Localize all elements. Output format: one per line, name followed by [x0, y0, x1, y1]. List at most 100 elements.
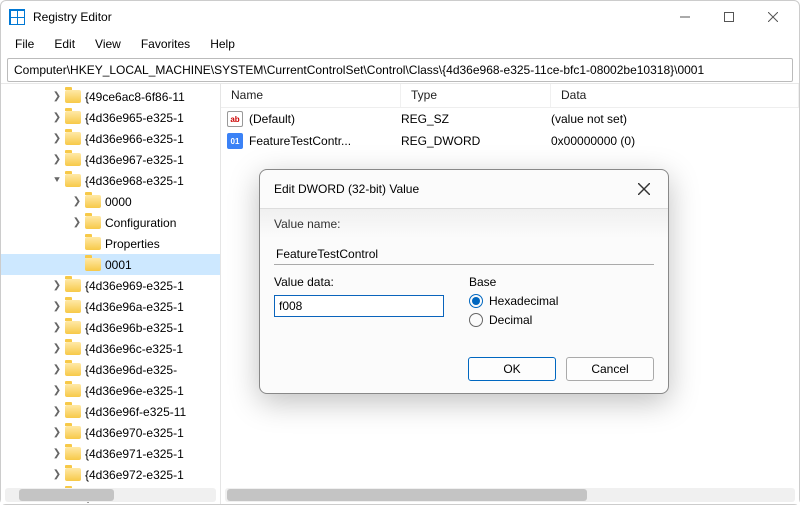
tree-pane: ❯{49ce6ac8-6f86-11❯{4d36e965-e325-1❯{4d3… — [1, 84, 221, 504]
cell-type: REG_DWORD — [401, 134, 551, 148]
tree-item[interactable]: ❯ {4d36e96a-e325-1 — [1, 296, 220, 317]
expand-icon[interactable]: ❯ — [51, 448, 63, 460]
list-row[interactable]: 01FeatureTestContr...REG_DWORD0x00000000… — [221, 130, 799, 152]
menu-view[interactable]: View — [85, 35, 131, 53]
expand-icon[interactable]: ❯ — [51, 385, 63, 397]
minimize-button[interactable] — [663, 1, 707, 33]
expand-icon[interactable]: ❯ — [51, 427, 63, 439]
folder-icon — [65, 342, 81, 355]
address-bar[interactable]: Computer\HKEY_LOCAL_MACHINE\SYSTEM\Curre… — [7, 58, 793, 82]
expand-icon[interactable]: ⯆ — [51, 175, 63, 187]
folder-icon — [65, 426, 81, 439]
folder-icon — [65, 321, 81, 334]
expand-icon[interactable]: ❯ — [51, 364, 63, 376]
tree-item[interactable]: ❯ {4d36e965-e325-1 — [1, 107, 220, 128]
tree-item[interactable]: ❯ {4d36e96b-e325-1 — [1, 317, 220, 338]
cell-type: REG_SZ — [401, 112, 551, 126]
expand-icon[interactable] — [71, 259, 83, 271]
list-horizontal-scrollbar[interactable] — [225, 488, 795, 502]
list-row[interactable]: ab(Default)REG_SZ(value not set) — [221, 108, 799, 130]
ok-button[interactable]: OK — [468, 357, 556, 381]
folder-icon — [65, 174, 81, 187]
menu-file[interactable]: File — [5, 35, 44, 53]
tree-horizontal-scrollbar[interactable] — [5, 488, 216, 502]
tree-item-label: {4d36e96e-e325-1 — [85, 384, 190, 398]
tree-item[interactable]: ❯ {4d36e971-e325-1 — [1, 443, 220, 464]
tree-item[interactable]: ⯆ {4d36e968-e325-1 — [1, 170, 220, 191]
maximize-button[interactable] — [707, 1, 751, 33]
menu-favorites[interactable]: Favorites — [131, 35, 200, 53]
dialog-title: Edit DWORD (32-bit) Value — [274, 182, 419, 196]
folder-icon — [65, 90, 81, 103]
tree-item[interactable]: ❯ Configuration — [1, 212, 220, 233]
folder-icon — [65, 363, 81, 376]
expand-icon[interactable]: ❯ — [51, 91, 63, 103]
tree-item-label: {4d36e96a-e325-1 — [85, 300, 190, 314]
tree-item[interactable]: ❯{4d36e96d-e325- — [1, 359, 220, 380]
expand-icon[interactable]: ❯ — [71, 217, 83, 229]
expand-icon[interactable]: ❯ — [51, 322, 63, 334]
expand-icon[interactable]: ❯ — [51, 343, 63, 355]
folder-icon — [85, 237, 101, 250]
title-bar: Registry Editor — [1, 1, 799, 33]
col-name[interactable]: Name — [221, 84, 401, 107]
col-type[interactable]: Type — [401, 84, 551, 107]
radio-decimal[interactable]: Decimal — [469, 313, 654, 327]
tree-item-label: {4d36e96f-e325-11 — [85, 405, 192, 419]
folder-icon — [65, 279, 81, 292]
tree-item[interactable]: ❯0000 — [1, 191, 220, 212]
tree-item[interactable]: ❯ {4d36e967-e325-1 — [1, 149, 220, 170]
cell-data: 0x00000000 (0) — [551, 134, 799, 148]
close-button[interactable] — [751, 1, 795, 33]
menu-edit[interactable]: Edit — [44, 35, 85, 53]
expand-icon[interactable]: ❯ — [51, 112, 63, 124]
cell-name: FeatureTestContr... — [249, 134, 401, 148]
value-name-label: Value name: — [274, 217, 341, 231]
folder-icon — [65, 132, 81, 145]
tree-item-label: {49ce6ac8-6f86-11 — [85, 90, 191, 104]
value-data-input[interactable] — [274, 295, 444, 317]
tree-item[interactable]: 0001 — [1, 254, 220, 275]
col-data[interactable]: Data — [551, 84, 799, 107]
tree-item[interactable]: ❯ {4d36e970-e325-1 — [1, 422, 220, 443]
tree-item[interactable]: ❯ {49ce6ac8-6f86-11 — [1, 86, 220, 107]
expand-icon[interactable]: ❯ — [51, 406, 63, 418]
expand-icon[interactable]: ❯ — [51, 301, 63, 313]
radio-hexadecimal[interactable]: Hexadecimal — [469, 294, 654, 308]
expand-icon[interactable]: ❯ — [51, 280, 63, 292]
tree-item[interactable]: Properties — [1, 233, 220, 254]
tree-item-label: {4d36e96b-e325-1 — [85, 321, 190, 335]
folder-icon — [65, 300, 81, 313]
tree-item[interactable]: ❯ {4d36e966-e325-1 — [1, 128, 220, 149]
cancel-button[interactable]: Cancel — [566, 357, 654, 381]
tree-item[interactable]: ❯{4d36e96c-e325-1 — [1, 338, 220, 359]
tree-item-label: {4d36e970-e325-1 — [85, 426, 190, 440]
folder-icon — [65, 447, 81, 460]
tree-item[interactable]: ❯{4d36e969-e325-1 — [1, 275, 220, 296]
tree-item[interactable]: ❯ {4d36e96e-e325-1 — [1, 380, 220, 401]
tree-item[interactable]: ❯{4d36e972-e325-1 — [1, 464, 220, 485]
value-data-label: Value data: — [274, 275, 459, 289]
expand-icon[interactable]: ❯ — [51, 133, 63, 145]
tree-item-label: {4d36e967-e325-1 — [85, 153, 190, 167]
tree-item-label: {4d36e968-e325-1 — [85, 174, 190, 188]
tree-item-label: Configuration — [105, 216, 182, 230]
tree-item[interactable]: ❯ {4d36e96f-e325-11 — [1, 401, 220, 422]
expand-icon[interactable]: ❯ — [51, 469, 63, 481]
expand-icon[interactable]: ❯ — [51, 154, 63, 166]
menu-help[interactable]: Help — [200, 35, 245, 53]
value-type-icon: ab — [227, 111, 243, 127]
tree-item-label: {4d36e966-e325-1 — [85, 132, 190, 146]
folder-icon — [85, 195, 101, 208]
base-label: Base — [469, 275, 654, 289]
expand-icon[interactable]: ❯ — [71, 196, 83, 208]
tree-item-label: {4d36e965-e325-1 — [85, 111, 190, 125]
app-icon — [9, 9, 25, 25]
folder-icon — [65, 384, 81, 397]
folder-icon — [85, 216, 101, 229]
dialog-close-button[interactable] — [634, 179, 654, 199]
cell-name: (Default) — [249, 112, 401, 126]
expand-icon[interactable] — [71, 238, 83, 250]
tree-item-label: {4d36e971-e325-1 — [85, 447, 190, 461]
menu-bar: File Edit View Favorites Help — [1, 33, 799, 55]
